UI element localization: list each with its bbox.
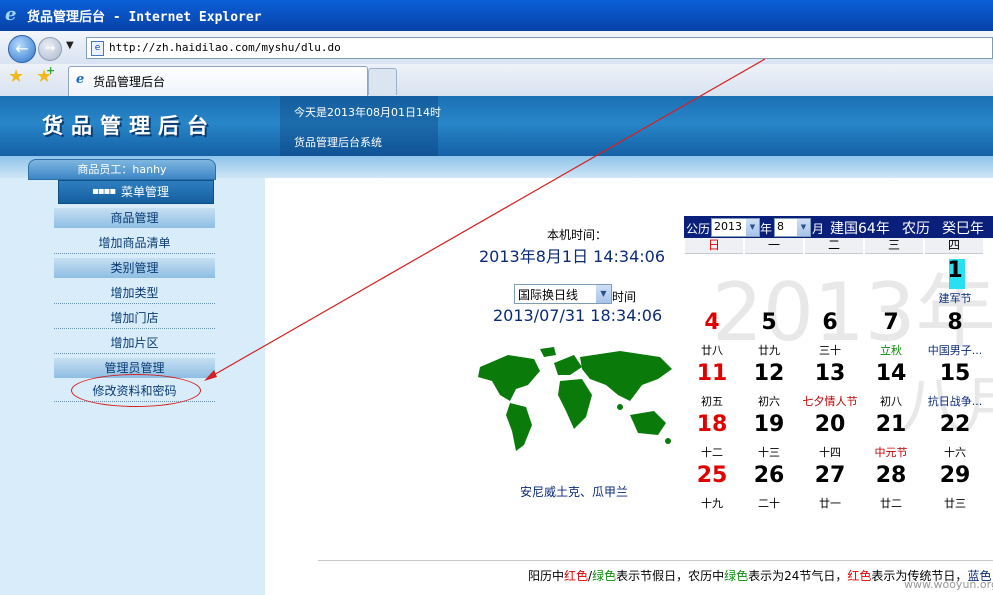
calendar-day[interactable]: 26 bbox=[739, 463, 799, 488]
calendar-day[interactable]: 11 bbox=[682, 361, 742, 386]
legend-red: 红色 bbox=[564, 569, 589, 583]
browser-tab[interactable]: e 货品管理后台 bbox=[68, 66, 368, 96]
calendar-day[interactable]: 19 bbox=[739, 412, 799, 437]
local-time-label: 本机时间： bbox=[547, 228, 608, 242]
year-value: 2013 bbox=[714, 220, 742, 233]
ganzhi-year: 癸巳年 bbox=[942, 221, 984, 237]
calendar-day-note: 抗日战争... bbox=[927, 395, 983, 408]
weekday-thu: 四 bbox=[925, 238, 983, 254]
history-dropdown-icon[interactable]: ▼ bbox=[66, 40, 74, 51]
new-tab-button[interactable] bbox=[368, 68, 397, 95]
grid-icon: ▪▪▪▪ bbox=[92, 186, 116, 197]
sidebar-link[interactable]: 增加类型 bbox=[54, 283, 215, 304]
today-text: 今天是2013年08月01日14时 bbox=[294, 106, 441, 119]
calendar-day-note: 中国男子... bbox=[927, 344, 983, 357]
legend-green: 绿色 bbox=[592, 569, 617, 583]
calendar-day[interactable]: 14 bbox=[861, 361, 921, 386]
weekday-row: 日 一 二 三 四 bbox=[684, 238, 993, 255]
year-label: 年 bbox=[760, 222, 773, 236]
calendar-day[interactable]: 15 bbox=[925, 361, 985, 386]
month-select[interactable]: 8 ▼ bbox=[774, 218, 811, 237]
timezone-select[interactable]: 国际换日线 ▼ bbox=[514, 284, 612, 304]
weekday-sun: 日 bbox=[685, 238, 743, 254]
month-label: 月 bbox=[812, 222, 825, 236]
roc-year: 建国64年 bbox=[830, 221, 890, 237]
calendar-day[interactable]: 28 bbox=[861, 463, 921, 488]
legend-green: 绿色 bbox=[724, 569, 749, 583]
calendar-day[interactable]: 21 bbox=[861, 412, 921, 437]
timezone-city: 安尼威土克、瓜甲兰 bbox=[520, 485, 629, 499]
legend-text: 阳历中 bbox=[528, 569, 565, 583]
calendar-day[interactable]: 29 bbox=[925, 463, 985, 488]
calendar-day[interactable]: 25 bbox=[682, 463, 742, 488]
forward-button[interactable]: → bbox=[38, 37, 62, 61]
sidebar-link[interactable]: 增加片区 bbox=[54, 333, 215, 354]
window-title: 货品管理后台 - Internet Explorer bbox=[27, 10, 262, 25]
back-button[interactable]: ← bbox=[8, 35, 36, 63]
page-icon: e bbox=[91, 41, 104, 56]
year-select[interactable]: 2013 ▼ bbox=[711, 218, 760, 237]
legend-text: 表示为24节气日， bbox=[748, 569, 848, 583]
footer-divider bbox=[318, 560, 993, 561]
calendar-day[interactable]: 8 bbox=[925, 310, 985, 335]
calendar-day[interactable]: 7 bbox=[861, 310, 921, 335]
calendar-day[interactable]: 4 bbox=[682, 310, 742, 335]
calendar-day-note: 廿三 bbox=[944, 497, 966, 510]
sidebar-link[interactable]: 增加门店 bbox=[54, 308, 215, 329]
weekday-wed: 三 bbox=[865, 238, 923, 254]
add-favorite-icon[interactable]: ★ + bbox=[36, 64, 55, 87]
sidebar-category[interactable]: 类别管理 bbox=[54, 258, 215, 278]
address-url: http://zh.haidilao.com/myshu/dlu.do bbox=[109, 41, 341, 54]
system-name: 货品管理后台系统 bbox=[294, 136, 382, 149]
app-logo: 货品管理后台 bbox=[42, 113, 216, 138]
chevron-down-icon: ▼ bbox=[596, 285, 611, 303]
highlight-ellipse bbox=[71, 374, 201, 407]
forward-arrow-icon: → bbox=[44, 41, 56, 56]
timezone-value: 国际换日线 bbox=[518, 288, 579, 302]
tab-label: 货品管理后台 bbox=[93, 75, 166, 89]
calendar-day[interactable]: 18 bbox=[682, 412, 742, 437]
world-map-icon[interactable] bbox=[470, 345, 680, 457]
calendar-day[interactable]: 22 bbox=[925, 412, 985, 437]
menu-management-button[interactable]: ▪▪▪▪ 菜单管理 bbox=[58, 180, 214, 204]
back-arrow-icon: ← bbox=[15, 39, 29, 58]
calendar-day[interactable]: 12 bbox=[739, 361, 799, 386]
calendar-day[interactable]: 1 bbox=[925, 258, 985, 283]
time-label: 时间 bbox=[612, 290, 637, 304]
menu-management-label: 菜单管理 bbox=[121, 185, 170, 199]
tab-ie-icon: e bbox=[76, 72, 85, 87]
sidebar-link[interactable]: 增加商品清单 bbox=[54, 233, 215, 254]
calendar-day-note: 十六 bbox=[944, 446, 966, 459]
calendar-day[interactable]: 5 bbox=[739, 310, 799, 335]
favorites-star-icon[interactable]: ★ bbox=[8, 66, 24, 87]
ie-logo-icon: e bbox=[5, 4, 17, 25]
calendar-header: 公历 2013 ▼ 年 8 ▼ 月 建国64年 农历 癸巳年 bbox=[684, 216, 993, 238]
weekday-mon: 一 bbox=[745, 238, 803, 254]
timezone-datetime: 2013/07/31 18:34:06 bbox=[493, 306, 663, 325]
site-watermark: www.wooyun.org bbox=[904, 578, 993, 591]
month-value: 8 bbox=[777, 220, 784, 233]
window-titlebar: e 货品管理后台 - Internet Explorer bbox=[0, 0, 993, 31]
calendar-day[interactable]: 13 bbox=[800, 361, 860, 386]
app-header: 货品管理后台 今天是2013年08月01日14时 货品管理后台系统 bbox=[0, 96, 993, 156]
address-bar[interactable]: e http://zh.haidilao.com/myshu/dlu.do bbox=[86, 37, 993, 59]
calendar-day[interactable]: 27 bbox=[800, 463, 860, 488]
weekday-tue: 二 bbox=[805, 238, 863, 254]
legend-text: 表示节假日，农历中 bbox=[616, 569, 725, 583]
legend-red: 红色 bbox=[847, 569, 872, 583]
local-datetime: 2013年8月1日 14:34:06 bbox=[479, 247, 666, 266]
calendar-day[interactable]: 6 bbox=[800, 310, 860, 335]
lunar-label: 农历 bbox=[902, 221, 930, 237]
solar-label: 公历 bbox=[686, 222, 711, 236]
sidebar-category[interactable]: 商品管理 bbox=[54, 208, 215, 228]
current-user: 商品员工：hanhy bbox=[28, 159, 216, 180]
chevron-down-icon: ▼ bbox=[746, 219, 759, 236]
calendar-day[interactable]: 20 bbox=[800, 412, 860, 437]
calendar-day-note: 建军节 bbox=[938, 292, 972, 305]
chevron-down-icon: ▼ bbox=[797, 219, 810, 236]
